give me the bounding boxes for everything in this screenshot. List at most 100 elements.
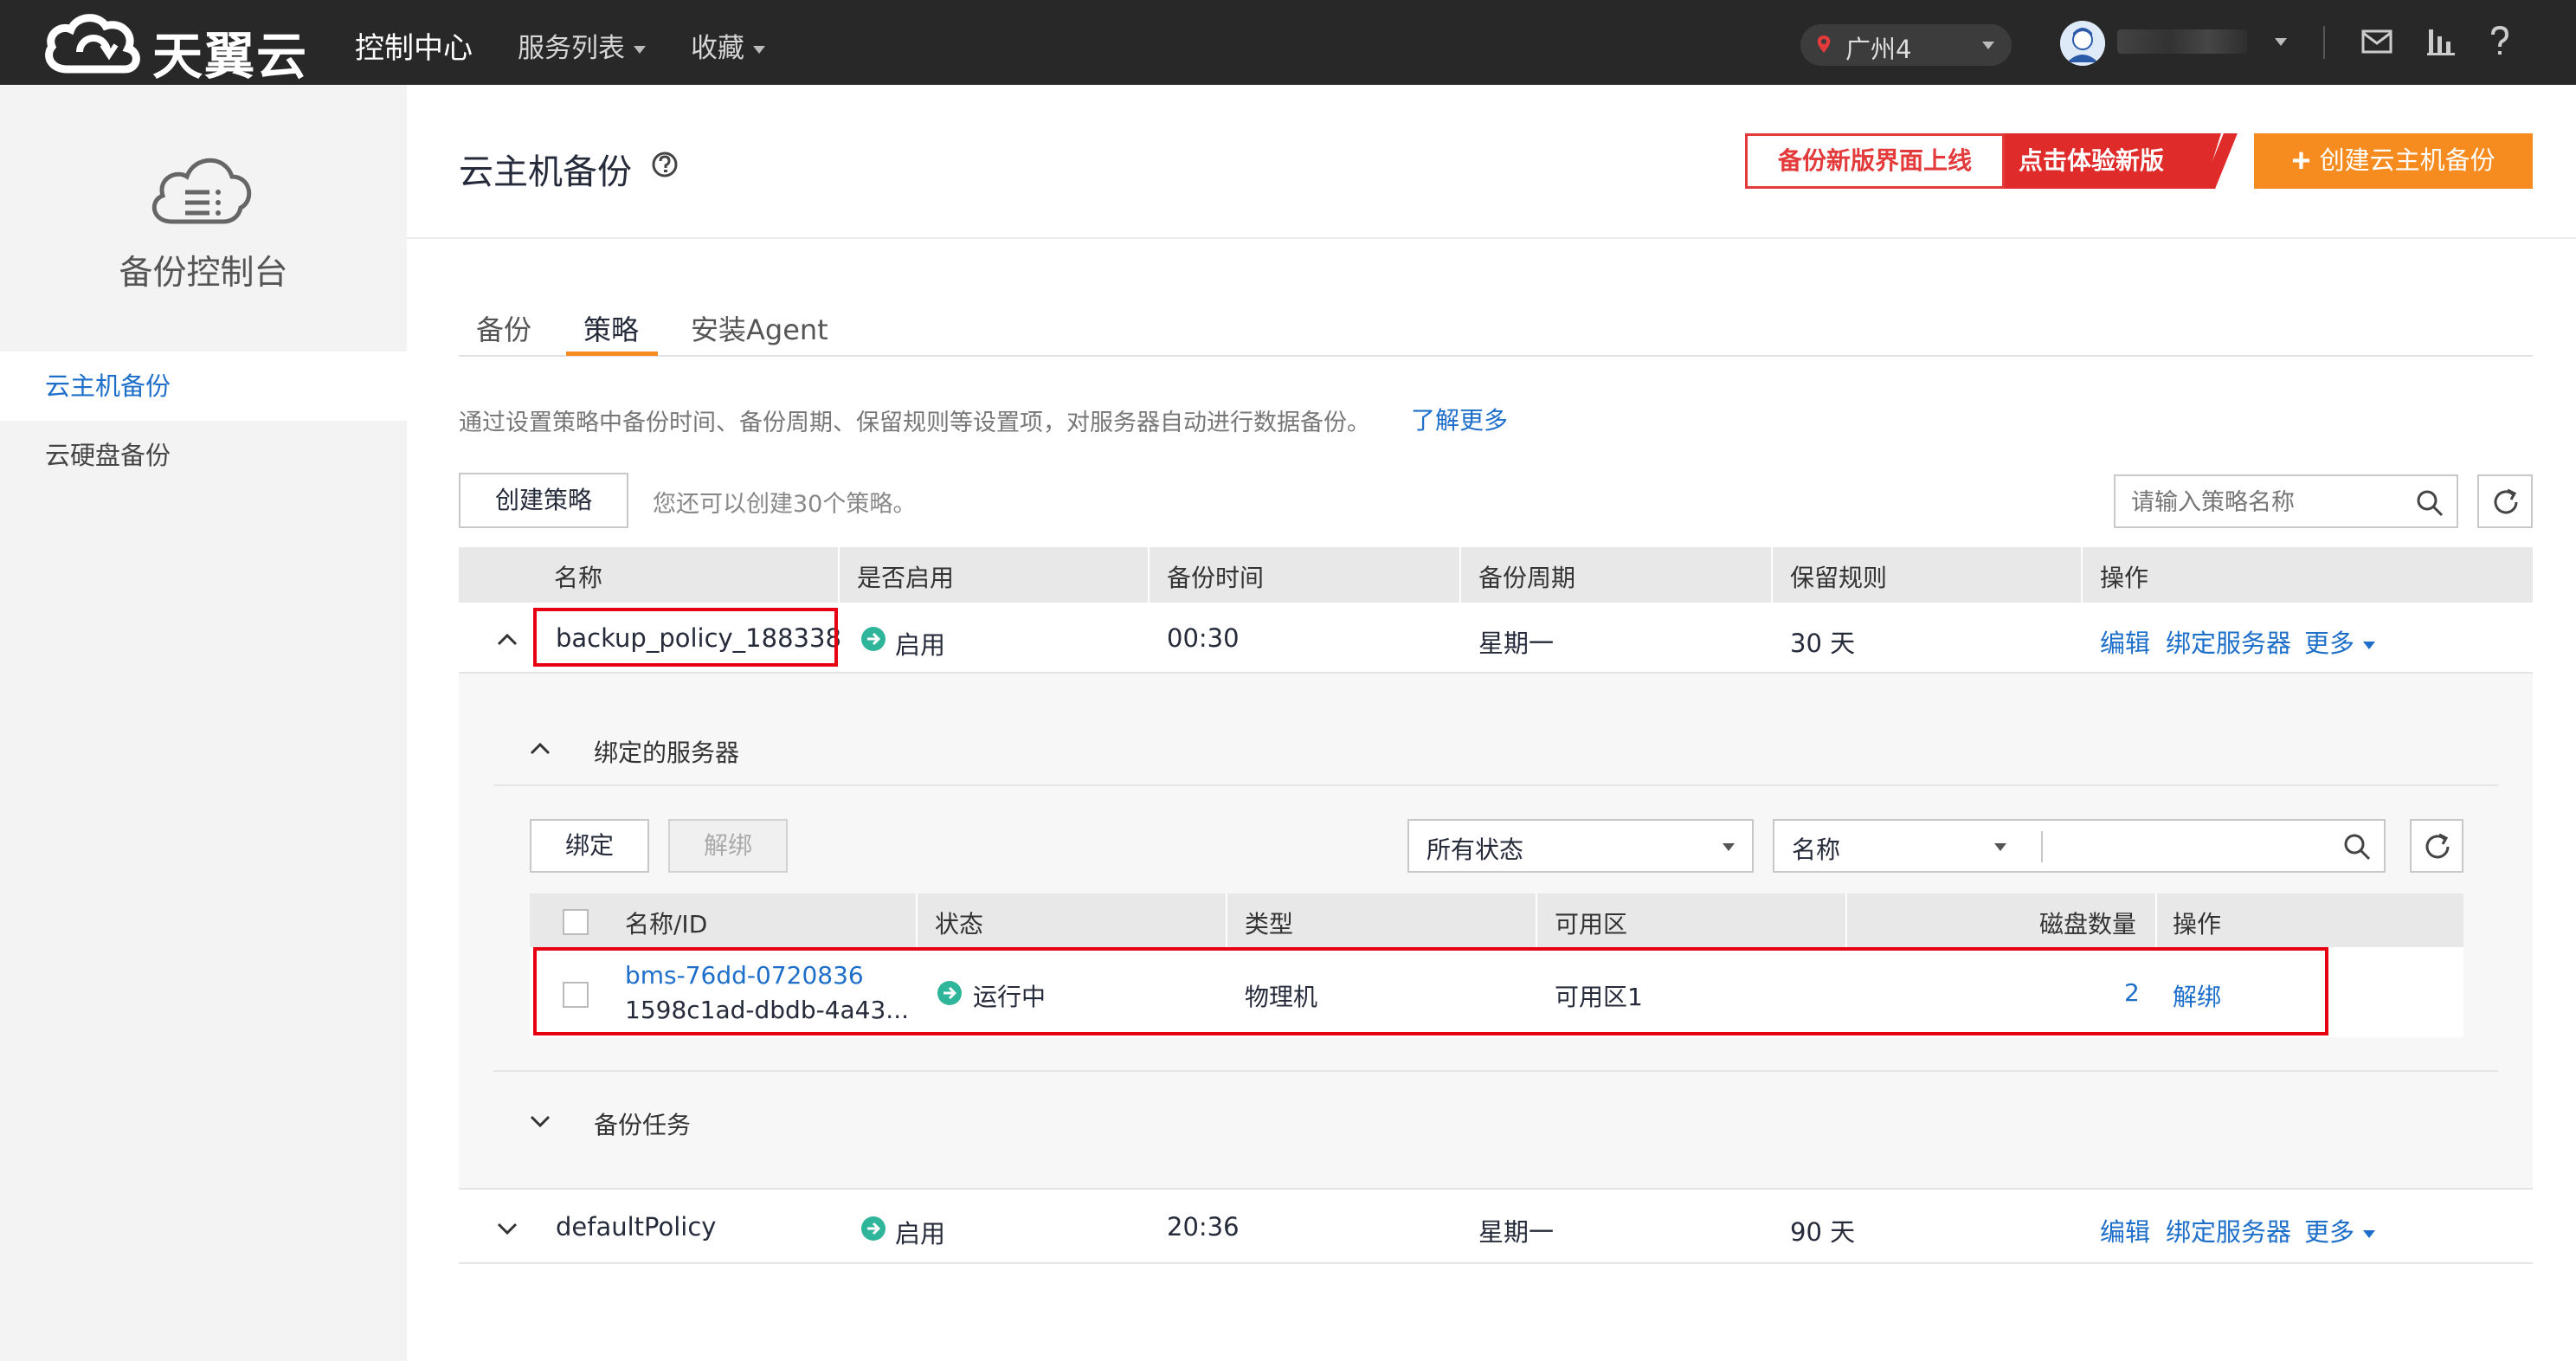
status-filter-select[interactable]: 所有状态 <box>1407 819 1754 873</box>
status-text: 启用 <box>895 630 946 660</box>
field-filter-select[interactable]: 名称 <box>1773 819 2043 873</box>
nav-service-list[interactable]: 服务列表 <box>518 26 646 65</box>
col-actions: 操作 <box>2100 564 2149 592</box>
section-divider <box>493 784 2498 786</box>
field-filter-value: 名称 <box>1792 835 1841 864</box>
backup-cycle: 星期一 <box>1478 1217 1555 1247</box>
unbind-button[interactable]: 解绑 <box>668 819 788 873</box>
cloud-backup-icon <box>151 158 252 224</box>
more-dropdown[interactable]: 更多 <box>2304 623 2376 660</box>
new-ui-promo-banner[interactable]: 备份新版界面上线 点击体验新版 <box>1745 133 2238 189</box>
col-separator <box>1459 547 1461 603</box>
bound-servers-title: 绑定的服务器 <box>594 739 740 767</box>
plus-icon: + <box>2291 143 2311 179</box>
row-checkbox[interactable] <box>563 982 589 1008</box>
chevron-down-icon <box>1982 42 1994 49</box>
refresh-button[interactable] <box>2477 474 2533 528</box>
header-divider <box>407 237 2576 239</box>
backup-time: 00:30 <box>1167 623 1240 653</box>
more-label: 更多 <box>2304 1217 2355 1247</box>
unbind-server-link[interactable]: 解绑 <box>2173 978 2221 1013</box>
col-separator <box>1845 893 1847 947</box>
col-separator <box>1148 547 1150 603</box>
retention-rule: 30 天 <box>1790 629 1856 658</box>
col-disk-count: 磁盘数量 <box>2039 910 2137 939</box>
server-id: 1598c1ad-dbdb-4a43... <box>625 996 910 1024</box>
input-divider <box>2041 831 2043 862</box>
policy-search-box <box>2114 474 2458 528</box>
chevron-down-icon[interactable] <box>2275 38 2287 46</box>
help-icon[interactable] <box>2483 24 2517 59</box>
nav-favorites-label: 收藏 <box>691 33 744 64</box>
chevron-down-icon <box>634 46 646 54</box>
chevron-down-icon[interactable] <box>495 1216 519 1240</box>
status-text: 启用 <box>895 1219 946 1248</box>
tab-policy[interactable]: 策略 <box>583 308 639 348</box>
tab-backup[interactable]: 备份 <box>476 308 531 348</box>
learn-more-link[interactable]: 了解更多 <box>1411 402 1508 436</box>
select-all-checkbox[interactable] <box>563 909 589 935</box>
chevron-down-icon[interactable] <box>528 1108 552 1132</box>
bind-button[interactable]: 绑定 <box>530 819 649 873</box>
col-backup-time: 备份时间 <box>1167 564 1265 592</box>
location-pin-icon <box>1817 35 1831 53</box>
col-separator <box>2155 893 2157 947</box>
status-running-icon <box>937 981 962 1005</box>
server-search-input[interactable] <box>2041 819 2386 873</box>
username-redacted[interactable] <box>2117 29 2247 54</box>
nav-control-center[interactable]: 控制中心 <box>355 24 473 67</box>
disk-count-link[interactable]: 2 <box>2124 978 2140 1007</box>
try-new-version-button[interactable]: 点击体验新版 <box>2005 133 2221 189</box>
search-icon[interactable] <box>2342 832 2372 861</box>
backup-tasks-title: 备份任务 <box>594 1111 692 1139</box>
chevron-down-icon <box>2363 641 2376 649</box>
avatar[interactable] <box>2060 21 2105 66</box>
refresh-servers-button[interactable] <box>2410 819 2463 873</box>
page-title: 云主机备份 <box>459 152 632 192</box>
policy-name: backup_policy_188338 <box>556 623 841 653</box>
policy-search-input[interactable] <box>2131 485 2408 519</box>
sidebar-item-disk-backup[interactable]: 云硬盘备份 <box>0 421 407 490</box>
create-policy-button[interactable]: 创建策略 <box>459 473 628 528</box>
more-label: 更多 <box>2304 629 2355 658</box>
bind-server-link[interactable]: 绑定服务器 <box>2166 1212 2291 1248</box>
col-separator <box>1226 893 1227 947</box>
status-enabled-icon <box>861 627 886 651</box>
chevron-down-icon <box>1723 843 1735 851</box>
col-enabled: 是否启用 <box>857 564 955 592</box>
create-ecs-backup-button[interactable]: + 创建云主机备份 <box>2254 133 2533 189</box>
cloud-logo-icon <box>45 14 140 74</box>
edit-link[interactable]: 编辑 <box>2100 623 2150 660</box>
promo-left-label: 备份新版界面上线 <box>1745 133 2005 189</box>
chevron-down-icon <box>1994 843 2006 851</box>
sidebar-item-ecs-backup[interactable]: 云主机备份 <box>0 352 407 421</box>
chevron-down-icon <box>2363 1229 2376 1238</box>
user-avatar-icon <box>2060 21 2105 66</box>
server-status: 运行中 <box>973 983 1046 1011</box>
chevron-up-icon[interactable] <box>528 736 552 760</box>
col-zone: 可用区 <box>1555 910 1628 939</box>
col-retention: 保留规则 <box>1790 564 1888 592</box>
region-selector[interactable]: 广州4 <box>1800 24 2012 66</box>
tab-install-agent[interactable]: 安装Agent <box>691 308 828 348</box>
refresh-icon <box>2425 833 2450 859</box>
question-circle-icon[interactable] <box>651 151 679 178</box>
row-divider <box>459 1262 2533 1264</box>
mail-icon[interactable] <box>2360 24 2394 59</box>
server-name-link[interactable]: bms-76dd-0720836 <box>625 961 864 990</box>
status-enabled-icon <box>861 1216 886 1241</box>
chevron-down-icon <box>753 46 765 54</box>
search-icon[interactable] <box>2415 488 2444 518</box>
create-ecs-backup-label: 创建云主机备份 <box>2319 147 2496 175</box>
bind-server-link[interactable]: 绑定服务器 <box>2166 623 2291 660</box>
col-separator <box>838 547 840 603</box>
edit-link[interactable]: 编辑 <box>2100 1212 2150 1248</box>
status-filter-value: 所有状态 <box>1426 835 1524 864</box>
policy-name: defaultPolicy <box>556 1212 717 1242</box>
chart-icon[interactable] <box>2424 24 2458 59</box>
more-dropdown[interactable]: 更多 <box>2304 1212 2376 1248</box>
topbar-divider <box>2323 26 2325 59</box>
nav-favorites[interactable]: 收藏 <box>691 26 765 65</box>
nav-service-list-label: 服务列表 <box>518 33 625 64</box>
chevron-up-icon[interactable] <box>495 627 519 651</box>
